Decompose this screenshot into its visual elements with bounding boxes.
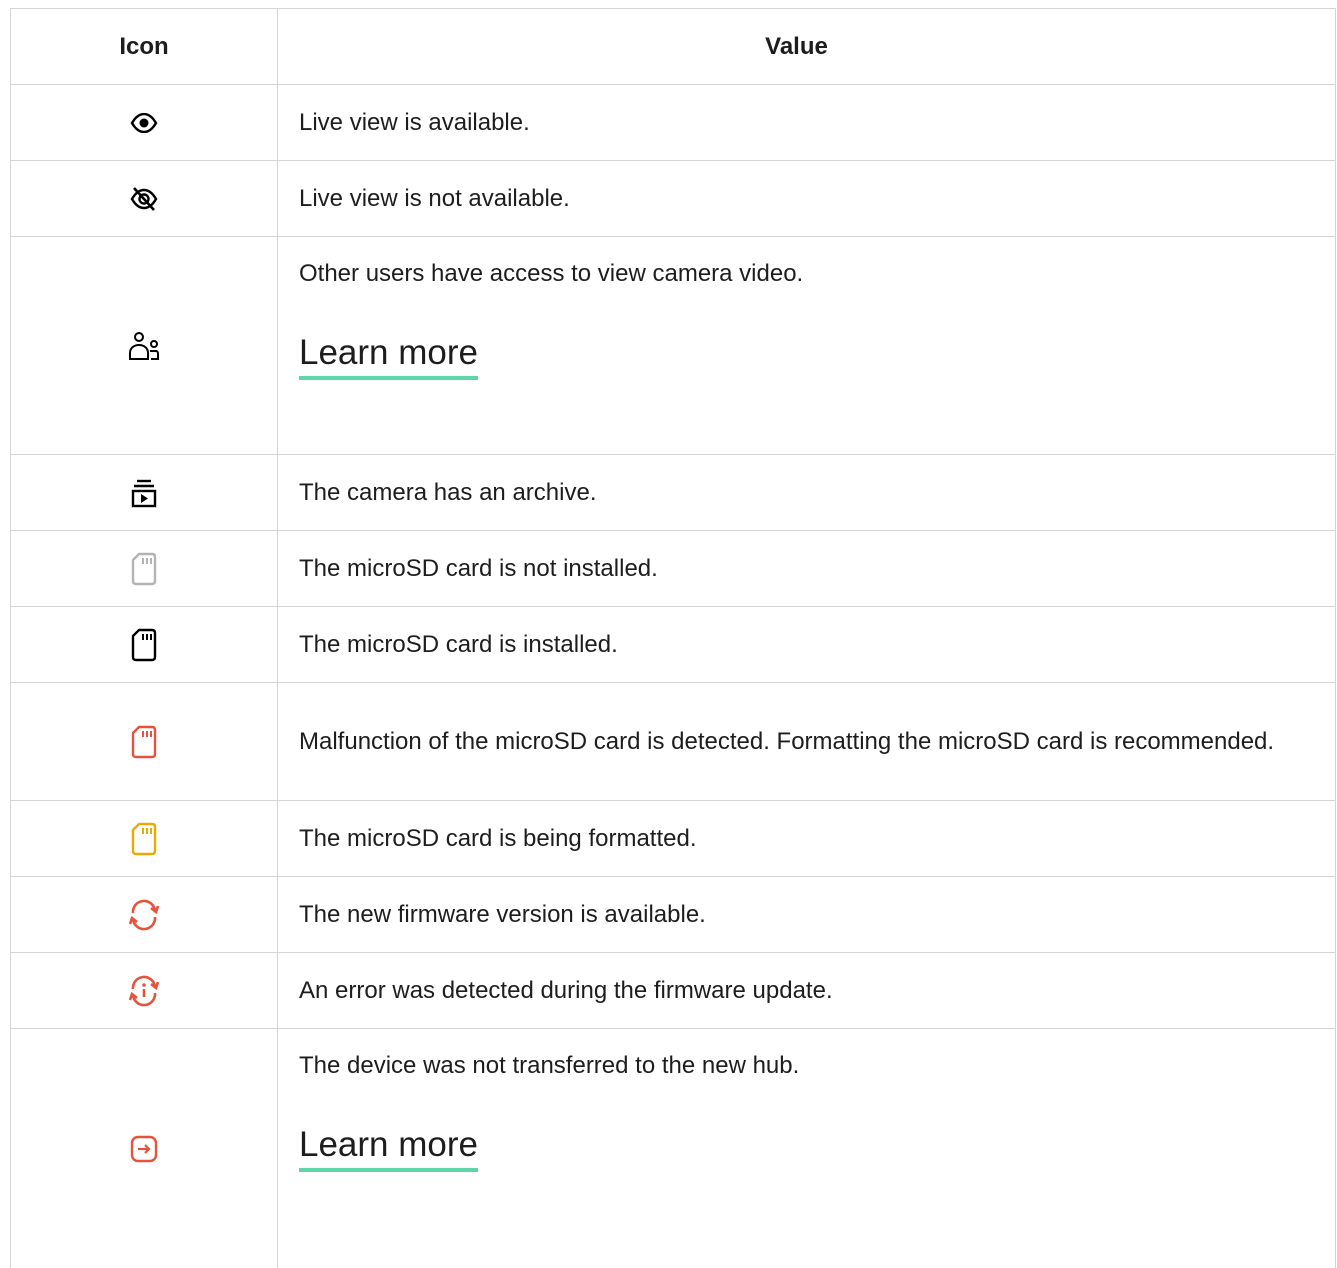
row-text: The microSD card is being formatted. [299, 825, 697, 852]
row-text: The new firmware version is available. [299, 901, 706, 928]
shared-users-icon [11, 237, 278, 454]
row-text: Live view is not available. [299, 185, 570, 212]
row-text: The microSD card is installed. [299, 631, 618, 658]
header-icon: Icon [11, 9, 278, 84]
table-row: The device was not transferred to the ne… [10, 1028, 1336, 1268]
table-row: The microSD card is being formatted. [10, 800, 1336, 876]
row-text: The camera has an archive. [299, 479, 597, 506]
microsd-not-installed-icon [11, 531, 278, 606]
microsd-formatting-icon [11, 801, 278, 876]
microsd-malfunction-icon [11, 683, 278, 800]
table-row: Other users have access to view camera v… [10, 236, 1336, 454]
learn-more-link[interactable]: Learn more [299, 1124, 478, 1172]
firmware-update-icon [11, 877, 278, 952]
table-row: Live view is available. [10, 84, 1336, 160]
microsd-installed-icon [11, 607, 278, 682]
table-row: An error was detected during the firmwar… [10, 952, 1336, 1028]
table-row: Live view is not available. [10, 160, 1336, 236]
row-text: Live view is available. [299, 109, 530, 136]
row-text: The device was not transferred to the ne… [299, 1052, 800, 1079]
eye-icon [11, 85, 278, 160]
row-text: Malfunction of the microSD card is detec… [299, 728, 1275, 755]
archive-icon [11, 455, 278, 530]
eye-off-icon [11, 161, 278, 236]
learn-more-link[interactable]: Learn more [299, 332, 478, 380]
header-value: Value [765, 33, 828, 60]
status-icons-table: Icon Value Live view is available. Live … [10, 8, 1336, 1268]
row-text: The microSD card is not installed. [299, 555, 658, 582]
row-text: Other users have access to view camera v… [299, 260, 804, 287]
table-row: The new firmware version is available. [10, 876, 1336, 952]
firmware-error-icon [11, 953, 278, 1028]
transfer-failed-icon [11, 1029, 278, 1268]
table-row: The microSD card is installed. [10, 606, 1336, 682]
table-row: The microSD card is not installed. [10, 530, 1336, 606]
table-row: Malfunction of the microSD card is detec… [10, 682, 1336, 800]
table-row: The camera has an archive. [10, 454, 1336, 530]
row-text: An error was detected during the firmwar… [299, 977, 833, 1004]
table-header: Icon Value [10, 8, 1336, 84]
